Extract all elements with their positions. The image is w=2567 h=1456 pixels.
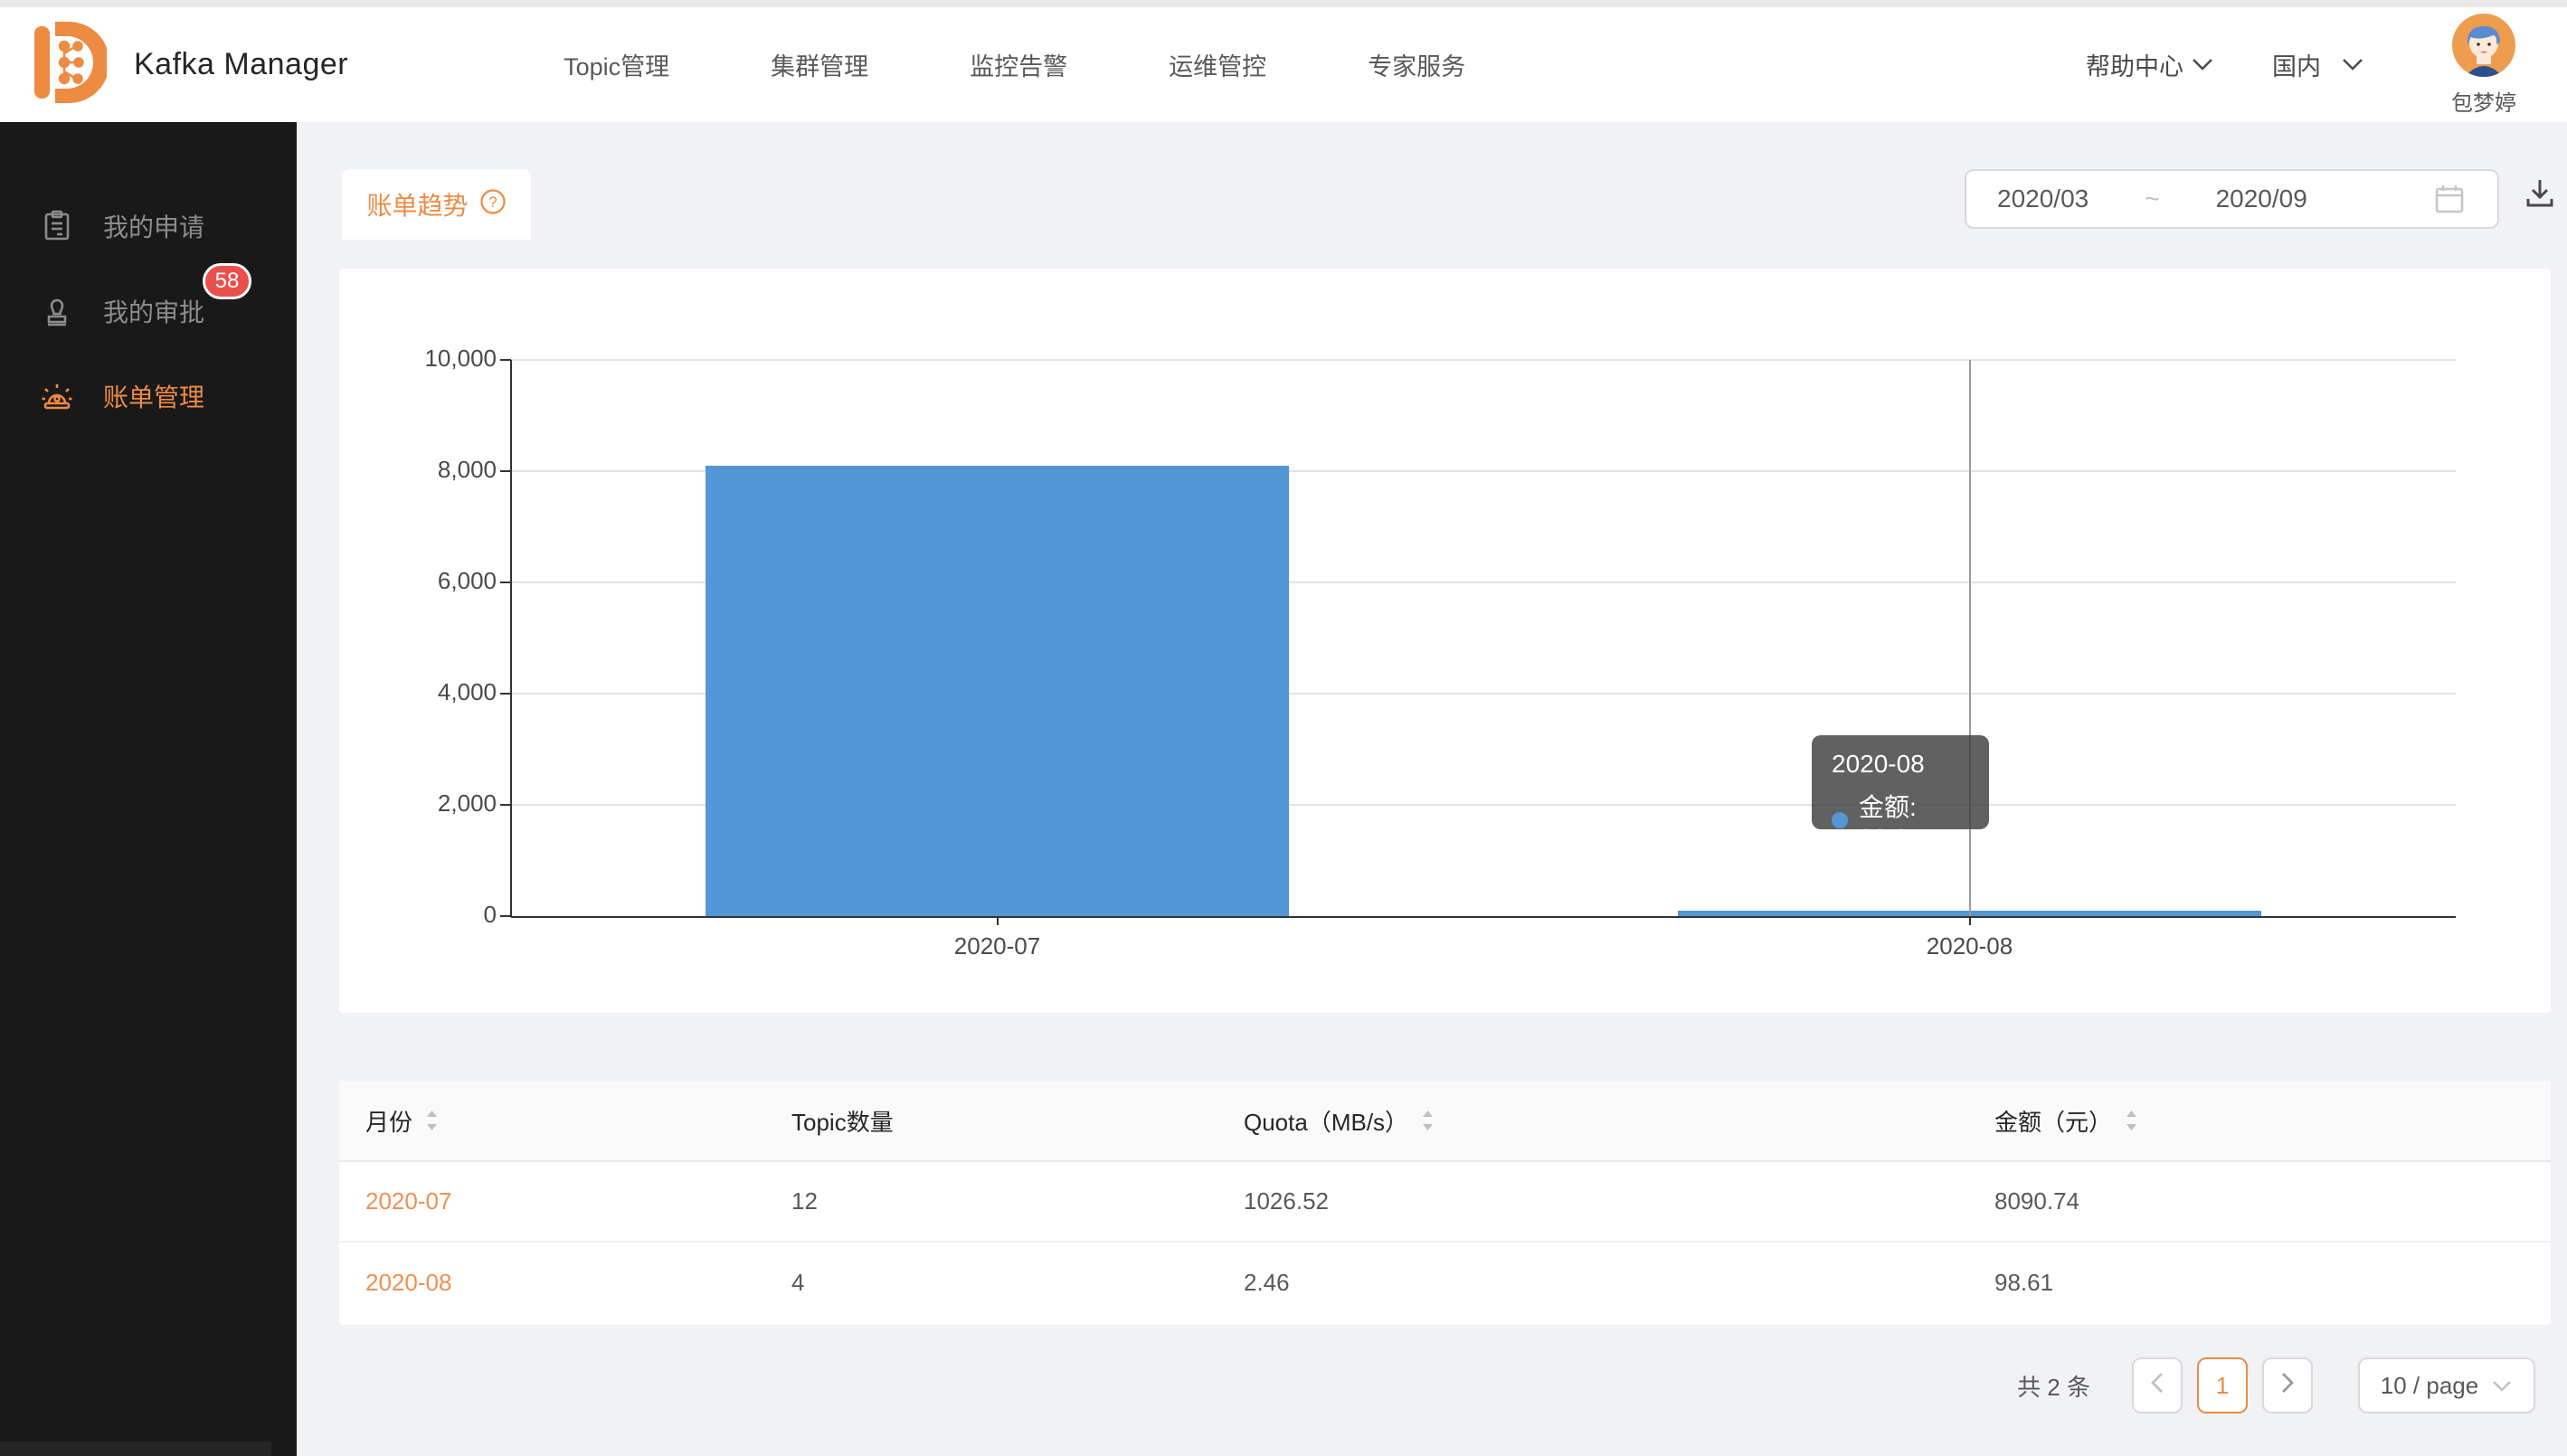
- header: Kafka Manager Topic管理 集群管理 监控告警 运维管控 专家服务 帮助…: [0, 7, 2567, 122]
- bill-table: 月份 Topic数量 Quota（MB/s） 金额（元） 2020-07121026.…: [339, 1081, 2551, 1325]
- nav-item-Topic管理[interactable]: Topic管理: [564, 47, 669, 82]
- page-size-label: 10 / page: [2381, 1372, 2478, 1400]
- help-circle-icon[interactable]: ?: [479, 188, 507, 222]
- help-center-dropdown[interactable]: 帮助中心: [2086, 47, 2214, 82]
- chevron-down-icon: [2491, 1372, 2513, 1400]
- bill-trend-chart: 2020-08 金额: 98.61 0 2,000 4,000 6,000 8,000 1…: [339, 269, 2551, 1013]
- nav-item-监控告警[interactable]: 监控告警: [970, 47, 1067, 82]
- table-cell: 98.61: [1968, 1243, 2551, 1323]
- month-link[interactable]: 2020-07: [339, 1162, 765, 1241]
- sidebar-item-label: 我的审批: [103, 293, 204, 329]
- sidebar-item-我的审批[interactable]: 我的审批: [0, 269, 297, 354]
- sidebar-nav: 我的申请我的审批58 账单管理: [0, 122, 297, 439]
- help-center-label: 帮助中心: [2086, 47, 2183, 82]
- table-cell: 1026.52: [1217, 1162, 1968, 1241]
- sidebar-item-账单管理[interactable]: 账单管理: [0, 354, 297, 439]
- nav-item-集群管理[interactable]: 集群管理: [771, 47, 868, 82]
- column-label: Quota（MB/s）: [1244, 1104, 1408, 1138]
- page-size-select[interactable]: 10 / page: [2358, 1357, 2535, 1413]
- y-axis-label: 8,000: [352, 456, 497, 484]
- y-axis-line: [510, 360, 512, 916]
- calendar-icon: [2432, 182, 2467, 216]
- download-button[interactable]: [2520, 175, 2560, 214]
- tooltip-series-dot: [1832, 812, 1848, 828]
- tab-bill-trend[interactable]: 账单趋势 ?: [342, 169, 531, 240]
- brand[interactable]: Kafka Manager: [33, 17, 348, 112]
- sidebar-item-label: 我的申请: [103, 208, 204, 244]
- date-range-start[interactable]: 2020/03: [1997, 184, 2089, 213]
- table-cell: 12: [765, 1162, 1217, 1241]
- date-range-separator: ~: [2145, 184, 2159, 213]
- y-axis-label: 2,000: [352, 789, 497, 818]
- alarm-icon: [40, 379, 74, 413]
- bar-2020-07[interactable]: [706, 466, 1289, 916]
- tab-bill-trend-label: 账单趋势: [366, 186, 468, 222]
- column-header-Quota（MB/s）[interactable]: Quota（MB/s）: [1217, 1081, 1968, 1160]
- clipboard-icon: [40, 209, 74, 243]
- table-cell: 8090.74: [1968, 1162, 2551, 1241]
- month-link[interactable]: 2020-08: [339, 1243, 765, 1323]
- top-strip: [0, 0, 2567, 7]
- column-label: 金额（元）: [1994, 1104, 2112, 1138]
- main-content: 账单趋势 ? 2020/03 ~ 2020/09: [297, 122, 2567, 1456]
- pagination-total: 共 2 条: [2017, 1369, 2090, 1403]
- user-name: 包梦婷: [2451, 85, 2516, 117]
- tooltip-series-text: 金额: 98.61: [1859, 788, 1969, 853]
- column-header-Topic数量[interactable]: Topic数量: [765, 1081, 1217, 1160]
- chevron-right-icon: [2278, 1370, 2297, 1402]
- y-axis-label: 10,000: [352, 345, 497, 373]
- column-label: Topic数量: [791, 1104, 894, 1138]
- x-axis-label: 2020-07: [862, 932, 1133, 960]
- column-header-金额（元）[interactable]: 金额（元）: [1968, 1081, 2551, 1160]
- sidebar: 我的申请我的审批58 账单管理: [0, 122, 297, 1456]
- chevron-down-icon: [2321, 51, 2364, 79]
- pagination-prev-button[interactable]: [2132, 1357, 2183, 1413]
- nav-item-运维管控[interactable]: 运维管控: [1169, 47, 1266, 82]
- chevron-left-icon: [2148, 1370, 2166, 1402]
- y-axis-label: 6,000: [352, 567, 497, 595]
- table-header: 月份 Topic数量 Quota（MB/s） 金额（元）: [339, 1081, 2551, 1162]
- gridline: [511, 359, 2456, 361]
- sort-carets-icon[interactable]: [425, 1109, 439, 1132]
- y-axis-label: 4,000: [352, 678, 497, 706]
- sort-carets-icon[interactable]: [2125, 1109, 2138, 1132]
- header-right: 帮助中心 国内: [2086, 14, 2516, 117]
- y-axis-label: 0: [352, 901, 497, 929]
- top-nav: Topic管理 集群管理 监控告警 运维管控 专家服务: [564, 47, 1465, 82]
- sidebar-item-label: 账单管理: [103, 378, 204, 414]
- tooltip-title: 2020-08: [1832, 750, 1969, 779]
- app-root: Kafka Manager Topic管理 集群管理 监控告警 运维管控 专家服务 帮助…: [0, 0, 2567, 1456]
- region-label: 国内: [2272, 47, 2321, 82]
- chart-tooltip: 2020-08 金额: 98.61: [1812, 735, 1989, 829]
- user-menu[interactable]: 包梦婷: [2451, 14, 2516, 117]
- x-axis-line: [511, 916, 2456, 918]
- sort-carets-icon[interactable]: [1421, 1109, 1435, 1132]
- stamp-icon: [40, 294, 74, 328]
- pagination-page-1[interactable]: 1: [2197, 1357, 2248, 1413]
- x-axis-label: 2020-08: [1834, 932, 2106, 960]
- table-cell: 2.46: [1217, 1243, 1968, 1323]
- svg-text:?: ?: [488, 194, 497, 211]
- date-range-end[interactable]: 2020/09: [2216, 184, 2307, 213]
- table-row: 2020-07121026.528090.74: [339, 1162, 2551, 1243]
- download-icon: [2522, 175, 2558, 215]
- sidebar-item-我的申请[interactable]: 我的申请: [0, 184, 297, 269]
- tooltip-series-line: 金额: 98.61: [1832, 788, 1969, 853]
- table-body: 2020-07121026.528090.742020-0842.4698.61: [339, 1162, 2551, 1323]
- table-cell: 4: [765, 1243, 1217, 1323]
- sidebar-collapse-strip[interactable]: [0, 1442, 271, 1456]
- app-title: Kafka Manager: [134, 47, 348, 82]
- column-label: 月份: [365, 1104, 412, 1138]
- region-dropdown[interactable]: 国内: [2272, 47, 2364, 82]
- pagination: 共 2 条 1 10 / page: [2017, 1357, 2535, 1413]
- column-header-月份[interactable]: 月份: [339, 1081, 765, 1160]
- table-row: 2020-0842.4698.61: [339, 1243, 2551, 1323]
- date-range-picker[interactable]: 2020/03 ~ 2020/09: [1965, 169, 2499, 229]
- pagination-next-button[interactable]: [2262, 1357, 2313, 1413]
- chevron-down-icon: [2183, 51, 2214, 79]
- kafka-manager-logo-icon: [33, 17, 107, 112]
- avatar: [2452, 14, 2515, 81]
- notification-badge: 58: [203, 263, 251, 299]
- nav-item-专家服务[interactable]: 专家服务: [1368, 47, 1465, 82]
